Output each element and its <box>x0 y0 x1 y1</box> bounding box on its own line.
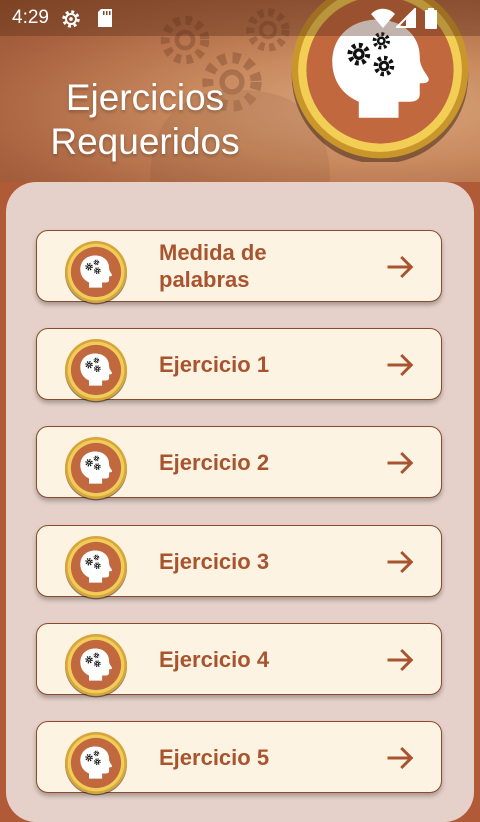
exercise-card-5[interactable]: Ejercicio 5 <box>36 721 442 793</box>
status-bar: 4:29 <box>0 0 480 36</box>
exercise-label: Ejercicio 2 <box>159 449 270 475</box>
sd-card-icon <box>98 9 112 27</box>
page-title-line2: Requeridos <box>50 121 240 162</box>
exercise-card-3[interactable]: Ejercicio 3 <box>36 525 442 597</box>
head-gears-icon <box>63 632 129 698</box>
head-gears-icon <box>63 435 129 501</box>
exercise-card-medida-de-palabras[interactable]: Medida de palabras <box>36 230 442 302</box>
head-gears-icon <box>63 239 129 305</box>
head-gears-icon <box>63 730 129 796</box>
page-title-line1: Ejercicios <box>65 77 225 118</box>
head-gears-icon <box>63 534 129 600</box>
exercise-label: Ejercicio 3 <box>159 548 270 574</box>
exercise-label: Medida de palabras <box>159 240 267 292</box>
arrow-right-icon[interactable] <box>385 743 415 773</box>
head-gears-icon <box>63 337 129 403</box>
arrow-right-icon[interactable] <box>385 350 415 380</box>
status-time: 4:29 <box>12 7 49 28</box>
wifi-icon <box>371 8 395 28</box>
settings-gear-icon <box>62 10 80 28</box>
arrow-right-icon[interactable] <box>385 547 415 577</box>
battery-icon <box>425 8 437 29</box>
exercise-label: Ejercicio 4 <box>159 646 270 672</box>
exercise-card-2[interactable]: Ejercicio 2 <box>36 426 442 498</box>
exercise-card-1[interactable]: Ejercicio 1 <box>36 328 442 400</box>
cell-signal-icon <box>396 8 416 28</box>
arrow-right-icon[interactable] <box>385 448 415 478</box>
page-title: Ejercicios Requeridos <box>40 76 250 164</box>
exercise-card-4[interactable]: Ejercicio 4 <box>36 623 442 695</box>
exercise-label: Ejercicio 5 <box>159 744 270 770</box>
arrow-right-icon[interactable] <box>385 645 415 675</box>
arrow-right-icon[interactable] <box>385 252 415 282</box>
exercise-label: Ejercicio 1 <box>159 351 270 377</box>
